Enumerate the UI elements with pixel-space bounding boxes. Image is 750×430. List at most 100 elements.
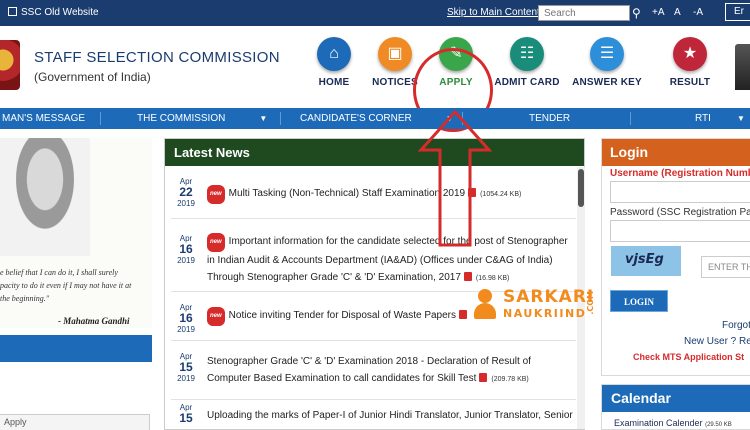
site-title: STAFF SELECTION COMMISSION — [34, 49, 280, 66]
news-text[interactable]: Multi Tasking (Non-Technical) Staff Exam… — [229, 188, 465, 199]
latest-news-title: Latest News — [165, 139, 584, 166]
gandhi-quote: e belief that I can do it, I shall surel… — [0, 268, 132, 303]
language-toggle-button[interactable]: Er — [725, 3, 750, 21]
nav-tender[interactable]: TENDER — [529, 108, 570, 129]
examination-calendar-link[interactable]: Examination Calender (29.50 KB — [614, 418, 732, 428]
ssc-logo[interactable] — [0, 40, 20, 90]
main-navigation: MAN'S MESSAGE THE COMMISSION ▼ CANDIDATE'… — [0, 108, 750, 129]
nav-answer-key-label: ANSWER KEY — [572, 77, 642, 88]
nav-the-commission[interactable]: THE COMMISSION ▼ — [137, 108, 267, 129]
file-size: (209.78 KB) — [491, 376, 529, 383]
pdf-icon[interactable] — [468, 188, 477, 197]
captcha-image: vjsEg — [611, 246, 681, 276]
new-badge: new — [207, 233, 225, 252]
news-date: Apr 22 2019 — [171, 177, 201, 208]
external-link-icon — [8, 7, 17, 16]
nav-the-commission-label: THE COMMISSION — [137, 113, 226, 124]
examination-calendar-label: Examination Calender — [614, 418, 703, 428]
left-panel-header — [0, 335, 152, 362]
skip-to-content-link[interactable]: Skip to Main Content — [447, 7, 540, 18]
file-size: (29.50 KB — [705, 422, 732, 428]
nav-rti-label: RTI — [695, 113, 711, 124]
news-day: 16 — [179, 311, 193, 325]
nav-admit-card-label: ADMIT CARD — [494, 77, 560, 88]
search-icon[interactable]: ⚲ — [632, 6, 646, 20]
top-utility-bar: SSC Old Website Skip to Main Content ⚲ +… — [0, 0, 750, 26]
home-icon: ⌂ — [317, 37, 351, 71]
chevron-down-icon: ▼ — [736, 114, 745, 123]
watermark-line1: SARKARI — [503, 287, 595, 307]
news-item[interactable]: Apr 16 2019 new Important information for t… — [171, 233, 576, 292]
quote-panel: e belief that I can do it, I shall surel… — [0, 138, 152, 328]
font-normal-button[interactable]: A — [674, 7, 681, 18]
news-day: 16 — [179, 242, 193, 256]
watermark-logo: SARKARI NAUKRIIND .COM — [470, 287, 595, 329]
chevron-down-icon: ▼ — [259, 114, 268, 123]
id-card-icon: ☷ — [510, 37, 544, 71]
calendar-title: Calendar — [602, 385, 750, 412]
nav-chairman-message[interactable]: MAN'S MESSAGE — [2, 108, 85, 129]
latest-news-panel: Latest News Apr 22 2019 new Multi Tasking (… — [164, 138, 585, 430]
watermark-line3: .COM — [586, 291, 595, 315]
new-user-register-link[interactable]: New User ? Reg — [684, 336, 750, 347]
site-subtitle: (Government of India) — [34, 70, 151, 84]
scrollbar-thumb[interactable] — [578, 169, 584, 207]
nav-divider — [280, 112, 281, 125]
login-button[interactable]: LOGIN — [610, 290, 668, 312]
news-day: 15 — [179, 360, 193, 374]
nav-result-button[interactable]: ★ RESULT — [645, 37, 735, 88]
new-badge: new — [207, 307, 225, 326]
gandhi-portrait — [0, 138, 90, 256]
password-input[interactable] — [610, 220, 750, 242]
news-text[interactable]: Notice inviting Tender for Disposal of W… — [229, 310, 456, 321]
pdf-icon[interactable] — [463, 272, 472, 281]
password-label: Password (SSC Registration Pa — [610, 207, 750, 218]
news-item[interactable]: Apr 15 Uploading the marks of Paper-I of … — [171, 403, 576, 430]
quote-author: - Mahatma Gandhi — [58, 316, 130, 326]
nav-divider — [100, 112, 101, 125]
nav-admit-card-button[interactable]: ☷ ADMIT CARD — [482, 37, 572, 88]
government-emblem — [735, 44, 750, 90]
nav-result-label: RESULT — [669, 77, 711, 88]
username-input[interactable] — [610, 181, 750, 203]
nav-answer-key-button[interactable]: ☰ ANSWER KEY — [562, 37, 652, 88]
pdf-icon[interactable] — [459, 310, 468, 319]
pdf-icon[interactable] — [479, 373, 488, 382]
nav-divider — [462, 112, 463, 125]
nav-candidates-corner-label: CANDIDATE'S CORNER — [300, 113, 412, 124]
news-day: 15 — [179, 411, 193, 425]
username-label: Username (Registration Numb — [610, 168, 750, 179]
news-item[interactable]: Apr 22 2019 new Multi Tasking (Non-Technica… — [171, 177, 576, 219]
nav-divider — [630, 112, 631, 125]
news-date: Apr 15 — [171, 403, 201, 425]
old-website-link[interactable]: SSC Old Website — [8, 7, 99, 18]
chevron-down-icon: ▼ — [445, 114, 454, 123]
site-header: STAFF SELECTION COMMISSION (Government o… — [0, 26, 750, 132]
news-date: Apr 15 2019 — [171, 352, 201, 383]
nav-chairman-message-label: MAN'S MESSAGE — [2, 113, 86, 124]
check-mts-status-link[interactable]: Check MTS Application St — [633, 352, 744, 362]
news-text[interactable]: Important information for the candidate … — [207, 236, 568, 283]
browser-status-bar: Apply — [0, 414, 150, 430]
key-icon: ☰ — [590, 37, 624, 71]
captcha-input[interactable]: ENTER TH — [701, 256, 750, 278]
file-size: (1054.24 KB) — [480, 191, 522, 198]
news-date: Apr 16 2019 — [171, 303, 201, 334]
font-decrease-button[interactable]: -A — [693, 7, 703, 18]
nav-rti[interactable]: RTI ▼ — [695, 108, 745, 129]
news-text[interactable]: Uploading the marks of Paper-I of Junior… — [207, 410, 573, 421]
person-icon — [470, 289, 502, 327]
notice-icon: ▣ — [378, 37, 412, 71]
login-panel: Login Username (Registration Numb Passwo… — [601, 138, 750, 376]
news-year: 2019 — [177, 256, 195, 265]
nav-candidates-corner[interactable]: CANDIDATE'S CORNER ▼ — [300, 108, 454, 129]
news-day: 22 — [179, 185, 193, 199]
trophy-icon: ★ — [673, 37, 707, 71]
news-item[interactable]: Apr 15 2019 Stenographer Grade 'C' & 'D' E… — [171, 352, 576, 400]
file-size: (16.98 KB) — [475, 275, 510, 282]
forgot-password-link[interactable]: Forgot — [722, 320, 750, 331]
news-year: 2019 — [177, 325, 195, 334]
search-input[interactable] — [538, 5, 630, 21]
font-increase-button[interactable]: +A — [652, 7, 665, 18]
nav-tender-label: TENDER — [529, 113, 571, 124]
